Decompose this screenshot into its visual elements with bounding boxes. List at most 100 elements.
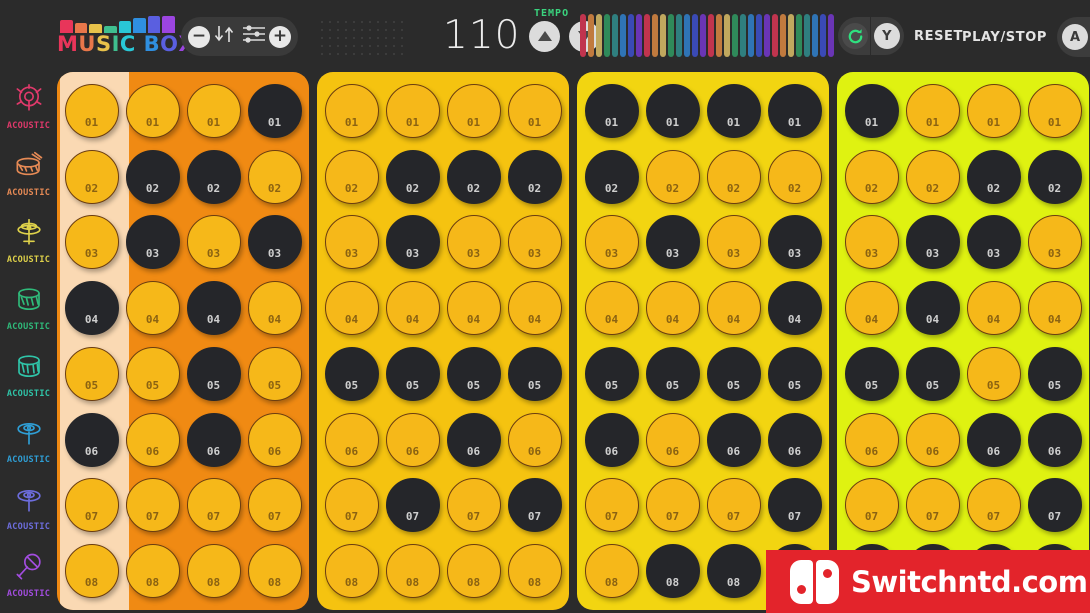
- pad-p3-r3-c3[interactable]: 03: [706, 215, 761, 270]
- pad-p4-r6-c3[interactable]: 06: [966, 412, 1021, 467]
- pad-p4-r1-c2[interactable]: 01: [905, 83, 960, 138]
- pad-p3-r1-c3[interactable]: 01: [706, 83, 761, 138]
- pad-p4-r3-c2[interactable]: 03: [905, 215, 960, 270]
- pad-p3-r3-c4[interactable]: 03: [767, 215, 822, 270]
- pad-p1-r8-c4[interactable]: 08: [247, 544, 302, 599]
- pad-p4-r1-c1[interactable]: 01: [844, 83, 899, 138]
- pad-p1-r3-c4[interactable]: 03: [247, 215, 302, 270]
- pad-p3-r7-c3[interactable]: 07: [706, 478, 761, 533]
- pad-p3-r8-c3[interactable]: 08: [706, 544, 761, 599]
- pad-p4-r6-c1[interactable]: 06: [844, 412, 899, 467]
- pad-p2-r8-c4[interactable]: 08: [507, 544, 562, 599]
- pad-p2-r1-c1[interactable]: 01: [324, 83, 379, 138]
- pad-p3-r1-c1[interactable]: 01: [584, 83, 639, 138]
- pad-p4-r4-c2[interactable]: 04: [905, 281, 960, 336]
- y-button[interactable]: Y: [873, 23, 900, 49]
- pad-p2-r5-c3[interactable]: 05: [446, 346, 501, 401]
- pad-p1-r1-c2[interactable]: 01: [125, 83, 180, 138]
- reset-control[interactable]: Y RESET: [838, 17, 963, 55]
- pad-p3-r6-c1[interactable]: 06: [584, 412, 639, 467]
- pad-p1-r4-c3[interactable]: 04: [186, 281, 241, 336]
- pad-p3-r3-c2[interactable]: 03: [645, 215, 700, 270]
- pad-p2-r7-c4[interactable]: 07: [507, 478, 562, 533]
- pad-p4-r3-c3[interactable]: 03: [966, 215, 1021, 270]
- pad-p2-r8-c3[interactable]: 08: [446, 544, 501, 599]
- pad-p2-r6-c1[interactable]: 06: [324, 412, 379, 467]
- pad-p1-r4-c4[interactable]: 04: [247, 281, 302, 336]
- pad-p3-r4-c2[interactable]: 04: [645, 281, 700, 336]
- pad-p4-r5-c1[interactable]: 05: [844, 346, 899, 401]
- minus-button[interactable]: −: [188, 25, 210, 48]
- pad-p2-r2-c1[interactable]: 02: [324, 149, 379, 204]
- pad-p2-r4-c2[interactable]: 04: [385, 281, 440, 336]
- pad-p3-r5-c2[interactable]: 05: [645, 346, 700, 401]
- pad-p4-r2-c4[interactable]: 02: [1027, 149, 1082, 204]
- pad-p2-r8-c2[interactable]: 08: [385, 544, 440, 599]
- refresh-icon[interactable]: [842, 23, 869, 49]
- pad-p2-r6-c3[interactable]: 06: [446, 412, 501, 467]
- pad-p3-r2-c2[interactable]: 02: [645, 149, 700, 204]
- pad-p3-r4-c1[interactable]: 04: [584, 281, 639, 336]
- pad-p1-r1-c1[interactable]: 01: [64, 83, 119, 138]
- pad-p2-r6-c2[interactable]: 06: [385, 412, 440, 467]
- play-stop-button-pill[interactable]: A: [1057, 17, 1090, 57]
- pad-p3-r2-c1[interactable]: 02: [584, 149, 639, 204]
- pad-p4-r7-c2[interactable]: 07: [905, 478, 960, 533]
- pad-p2-r3-c2[interactable]: 03: [385, 215, 440, 270]
- pad-p2-r3-c1[interactable]: 03: [324, 215, 379, 270]
- play-pill-left[interactable]: A: [1057, 17, 1090, 57]
- pad-p2-r4-c4[interactable]: 04: [507, 281, 562, 336]
- pad-p1-r2-c4[interactable]: 02: [247, 149, 302, 204]
- pad-p3-r8-c2[interactable]: 08: [645, 544, 700, 599]
- pad-p2-r7-c3[interactable]: 07: [446, 478, 501, 533]
- pad-p1-r4-c1[interactable]: 04: [64, 281, 119, 336]
- pad-p1-r6-c4[interactable]: 06: [247, 412, 302, 467]
- pad-p1-r5-c4[interactable]: 05: [247, 346, 302, 401]
- pad-p3-r4-c4[interactable]: 04: [767, 281, 822, 336]
- pad-p4-r2-c3[interactable]: 02: [966, 149, 1021, 204]
- sidebar-item-tom-drum[interactable]: ACOUSTIC: [0, 279, 57, 346]
- pad-p2-r4-c1[interactable]: 04: [324, 281, 379, 336]
- pad-p3-r6-c2[interactable]: 06: [645, 412, 700, 467]
- edit-toolbar[interactable]: − +: [181, 17, 298, 56]
- pad-p2-r1-c3[interactable]: 01: [446, 83, 501, 138]
- pad-p4-r4-c1[interactable]: 04: [844, 281, 899, 336]
- pad-p4-r5-c2[interactable]: 05: [905, 346, 960, 401]
- pad-p4-r2-c1[interactable]: 02: [844, 149, 899, 204]
- pad-p3-r1-c4[interactable]: 01: [767, 83, 822, 138]
- pad-p2-r1-c4[interactable]: 01: [507, 83, 562, 138]
- pad-p2-r5-c1[interactable]: 05: [324, 346, 379, 401]
- pad-p4-r1-c3[interactable]: 01: [966, 83, 1021, 138]
- pad-p3-r6-c4[interactable]: 06: [767, 412, 822, 467]
- pad-p4-r6-c4[interactable]: 06: [1027, 412, 1082, 467]
- pad-p3-r5-c4[interactable]: 05: [767, 346, 822, 401]
- pad-p1-r5-c3[interactable]: 05: [186, 346, 241, 401]
- pad-p3-r2-c3[interactable]: 02: [706, 149, 761, 204]
- play-stop-control[interactable]: PLAY/STOP A: [962, 17, 1090, 57]
- pad-p4-r3-c4[interactable]: 03: [1027, 215, 1082, 270]
- pad-p4-r7-c4[interactable]: 07: [1027, 478, 1082, 533]
- pad-p2-r1-c2[interactable]: 01: [385, 83, 440, 138]
- pad-p1-r7-c4[interactable]: 07: [247, 478, 302, 533]
- pad-p1-r7-c2[interactable]: 07: [125, 478, 180, 533]
- pad-p3-r4-c3[interactable]: 04: [706, 281, 761, 336]
- pad-p2-r2-c4[interactable]: 02: [507, 149, 562, 204]
- mixer-sliders-icon[interactable]: [241, 24, 267, 49]
- pad-p1-r1-c4[interactable]: 01: [247, 83, 302, 138]
- pad-p1-r6-c3[interactable]: 06: [186, 412, 241, 467]
- pad-p4-r7-c3[interactable]: 07: [966, 478, 1021, 533]
- pad-p4-r1-c4[interactable]: 01: [1027, 83, 1082, 138]
- sidebar-item-shaker[interactable]: ACOUSTIC: [0, 546, 57, 613]
- pad-p4-r2-c2[interactable]: 02: [905, 149, 960, 204]
- pad-p1-r3-c1[interactable]: 03: [64, 215, 119, 270]
- pad-p1-r2-c2[interactable]: 02: [125, 149, 180, 204]
- pad-p3-r5-c3[interactable]: 05: [706, 346, 761, 401]
- pad-p2-r7-c1[interactable]: 07: [324, 478, 379, 533]
- sidebar-item-splash-cymbal[interactable]: ACOUSTIC: [0, 479, 57, 546]
- pad-p4-r3-c1[interactable]: 03: [844, 215, 899, 270]
- sidebar-item-hi-hat[interactable]: ACOUSTIC: [0, 212, 57, 279]
- tempo-increase-button[interactable]: [529, 20, 561, 52]
- reset-button-pill[interactable]: Y: [838, 17, 904, 55]
- pad-p2-r5-c4[interactable]: 05: [507, 346, 562, 401]
- pad-p1-r6-c2[interactable]: 06: [125, 412, 180, 467]
